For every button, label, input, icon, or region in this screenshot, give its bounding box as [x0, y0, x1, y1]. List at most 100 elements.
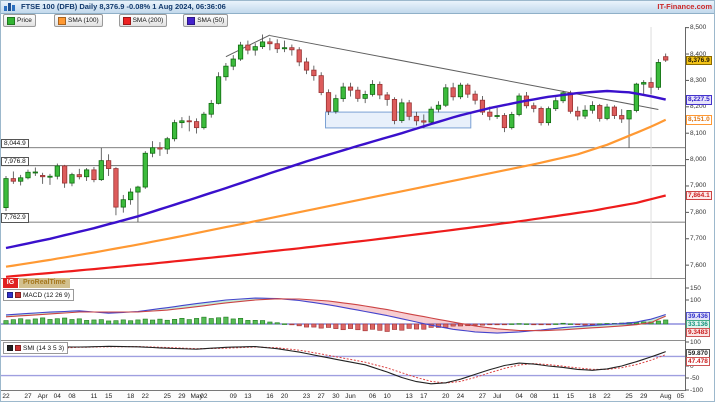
macd-histogram-bar — [451, 324, 455, 326]
macd-histogram-bar — [378, 324, 382, 330]
candle-body — [297, 50, 301, 62]
candle-body — [246, 45, 250, 50]
smi-line — [6, 346, 666, 384]
candle-body — [385, 95, 389, 99]
macd-histogram-bar — [524, 324, 528, 325]
date-tick-label: 27 — [479, 393, 486, 400]
macd-histogram-bar — [656, 321, 660, 324]
macd-histogram-bar — [532, 324, 536, 325]
chart-canvas[interactable] — [1, 1, 715, 402]
macd-value-label: 9.3483 — [686, 328, 710, 338]
candle-body — [319, 76, 323, 93]
candle-body — [546, 109, 550, 123]
macd-histogram-bar — [18, 319, 22, 324]
candle-body — [348, 87, 352, 90]
candle-body — [224, 66, 228, 77]
macd-histogram-bar — [400, 324, 404, 330]
chart-window: FTSE 100 (DFB) Daily 8,376.9 -0.08% 1 Au… — [0, 0, 715, 402]
candle-body — [202, 114, 206, 127]
candle-body — [341, 87, 345, 99]
macd-histogram-bar — [583, 324, 587, 325]
date-tick-label: 18 — [127, 393, 134, 400]
date-tick-label: 23 — [303, 393, 310, 400]
macd-histogram-bar — [407, 324, 411, 328]
date-tick-label: 29 — [640, 393, 647, 400]
macd-legend-chip[interactable]: MACD (12 26 9) — [3, 289, 74, 301]
candle-body — [11, 179, 15, 182]
macd-tick-label: 150 — [690, 285, 701, 292]
macd-histogram-bar — [561, 323, 565, 324]
date-tick-label: 16 — [266, 393, 273, 400]
date-tick-label: 09 — [230, 393, 237, 400]
date-tick-label: 24 — [457, 393, 464, 400]
candle-body — [55, 166, 59, 176]
candle-body — [634, 84, 638, 110]
macd-histogram-bar — [26, 320, 30, 324]
price-tick-label: 8,500 — [690, 24, 706, 31]
date-tick-label: 10 — [384, 393, 391, 400]
macd-tick-label: 100 — [690, 297, 701, 304]
candle-body — [26, 172, 30, 178]
candle-body — [400, 103, 404, 121]
candle-body — [99, 161, 103, 180]
candle-body — [231, 59, 235, 66]
candle-body — [128, 192, 132, 200]
candle-body — [282, 48, 286, 49]
price-tick-label: 7,600 — [690, 262, 706, 269]
candle-body — [407, 103, 411, 116]
candle-body — [106, 161, 110, 169]
date-tick-label: 06 — [369, 393, 376, 400]
macd-histogram-bar — [231, 319, 235, 324]
date-tick-label: 27 — [24, 393, 31, 400]
price-tick-label: 8,000 — [690, 156, 706, 163]
date-tick-label: 18 — [589, 393, 596, 400]
macd-histogram-bar — [356, 324, 360, 330]
macd-histogram-bar — [414, 324, 418, 329]
macd-histogram-bar — [370, 324, 374, 329]
date-tick-label: 11 — [91, 393, 98, 400]
macd-histogram-bar — [136, 320, 140, 324]
candle-body — [598, 105, 602, 118]
date-tick-label: 25 — [164, 393, 171, 400]
date-tick-label: Jul — [493, 393, 501, 400]
candle-body — [114, 169, 118, 208]
candle-body — [451, 88, 455, 97]
candle-body — [436, 105, 440, 109]
macd-histogram-bar — [33, 319, 37, 324]
macd-histogram-bar — [77, 319, 81, 324]
candle-body — [517, 96, 521, 114]
candle-body — [275, 44, 279, 49]
candle-body — [165, 139, 169, 149]
prorealtime-logo[interactable]: ProRealTime — [19, 278, 70, 288]
candle-body — [429, 109, 433, 122]
candle-body — [612, 107, 616, 115]
candle-body — [414, 116, 418, 120]
date-tick-label: Jun — [345, 393, 355, 400]
macd-histogram-bar — [128, 321, 132, 324]
candle-body — [422, 121, 426, 122]
macd-histogram-bar — [70, 319, 74, 324]
candle-body — [150, 148, 154, 154]
candle-body — [48, 176, 52, 177]
level-price-label: 8,044.9 — [1, 139, 29, 149]
support-zone-box — [326, 112, 471, 128]
macd-histogram-bar — [268, 322, 272, 324]
candle-body — [378, 84, 382, 95]
macd-histogram-bar — [253, 320, 257, 324]
candle-body — [649, 83, 653, 88]
date-tick-label: 17 — [420, 393, 427, 400]
macd-histogram-bar — [568, 324, 572, 325]
level-price-label: 7,762.9 — [1, 213, 29, 223]
date-tick-label: 04 — [515, 393, 522, 400]
candle-body — [187, 121, 191, 122]
candle-body — [194, 122, 198, 128]
sma50-value-label: 8,227.5 — [686, 95, 712, 105]
date-tick-label: 08 — [68, 393, 75, 400]
date-tick-label: 11 — [552, 393, 559, 400]
smi-legend-chip[interactable]: SMI (14 3 5 3) — [3, 342, 68, 354]
candle-body — [33, 172, 37, 173]
macd-histogram-bar — [341, 324, 345, 330]
date-tick-label: 22 — [142, 393, 149, 400]
candle-body — [326, 93, 330, 112]
macd-histogram-bar — [282, 324, 286, 325]
